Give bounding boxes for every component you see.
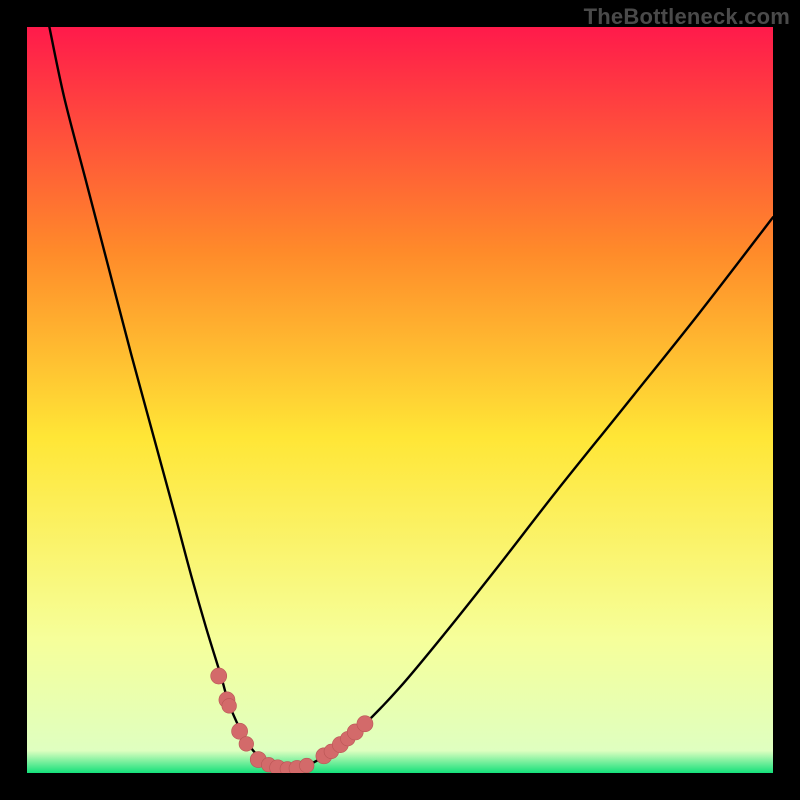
chart-frame: TheBottleneck.com [0,0,800,800]
gradient-background [27,27,773,773]
curve-marker [357,716,373,732]
curve-marker [299,758,314,773]
curve-marker [239,737,254,752]
watermark-text: TheBottleneck.com [584,4,790,30]
curve-marker [211,668,227,684]
curve-marker [222,699,237,714]
chart-svg [27,27,773,773]
plot-area [27,27,773,773]
